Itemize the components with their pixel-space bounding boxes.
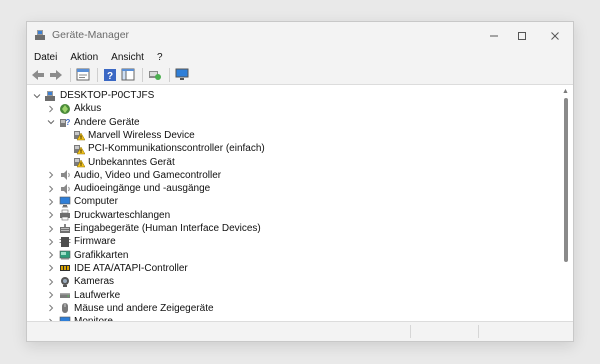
- printer-icon: [59, 209, 71, 221]
- maximize-button[interactable]: [504, 22, 540, 49]
- scroll-up-icon[interactable]: ▲: [562, 88, 569, 95]
- title-bar: Geräte-Manager: [27, 22, 573, 49]
- back-arrow-icon[interactable]: [30, 67, 46, 83]
- chevron-right-icon[interactable]: [47, 225, 55, 233]
- toolbar-separator: [70, 67, 71, 82]
- scrollbar-thumb[interactable]: [564, 98, 568, 262]
- forward-arrow-icon[interactable]: [48, 67, 64, 83]
- tree-item-label: Andere Geräte: [74, 116, 140, 128]
- menu-help[interactable]: ?: [150, 52, 169, 63]
- tree-item[interactable]: Audioeingänge und -ausgänge: [27, 182, 559, 195]
- tree-item[interactable]: PCI-Kommunikationscontroller (einfach): [27, 142, 559, 155]
- vertical-scrollbar[interactable]: ▲: [559, 86, 573, 322]
- hid-icon: [59, 223, 71, 235]
- tree-item[interactable]: Unbekanntes Gerät: [27, 156, 559, 169]
- svg-text:?: ?: [66, 118, 71, 127]
- ide-controller-icon: [59, 262, 71, 274]
- window-title: Geräte-Manager: [52, 29, 130, 41]
- chevron-right-icon[interactable]: [47, 278, 55, 286]
- properties-icon[interactable]: [75, 67, 91, 83]
- tree-item[interactable]: Mäuse und andere Zeigegeräte: [27, 302, 559, 315]
- unknown-device-warning-icon: [73, 156, 85, 168]
- computer-icon: [59, 196, 71, 208]
- unknown-device-warning-icon: [73, 143, 85, 155]
- close-button[interactable]: [537, 22, 573, 49]
- menu-datei[interactable]: Datei: [27, 52, 63, 63]
- speaker-icon: [59, 169, 71, 181]
- help-icon[interactable]: ?: [102, 67, 118, 83]
- chevron-right-icon[interactable]: [47, 105, 55, 113]
- monitor-icon[interactable]: [174, 67, 190, 83]
- chevron-right-icon[interactable]: [47, 171, 55, 179]
- tree-item[interactable]: IDE ATA/ATAPI-Controller: [27, 262, 559, 275]
- mouse-icon: [59, 302, 71, 314]
- chevron-down-icon[interactable]: [33, 92, 41, 100]
- tree-item-label: Unbekanntes Gerät: [88, 156, 175, 168]
- tree-item[interactable]: Eingabegeräte (Human Interface Devices): [27, 222, 559, 235]
- device-tree: DESKTOP-P0CTJFS Akkus? Andere Geräte Marve…: [27, 86, 559, 322]
- tree-item-label: Grafikkarten: [74, 249, 129, 261]
- chevron-right-icon[interactable]: [47, 211, 55, 219]
- tree-item[interactable]: Firmware: [27, 235, 559, 248]
- tree-item-label: Laufwerke: [74, 289, 121, 301]
- tree-item[interactable]: Akkus: [27, 102, 559, 115]
- status-divider: [410, 325, 411, 338]
- tree-root-label: DESKTOP-P0CTJFS: [60, 90, 155, 101]
- tree-item-label: PCI-Kommunikationscontroller (einfach): [88, 143, 265, 155]
- tree-item-label: Firmware: [74, 236, 116, 248]
- desktop-computer-icon: [44, 90, 56, 102]
- chevron-right-icon[interactable]: [47, 198, 55, 206]
- tree-item-label: Marvell Wireless Device: [88, 129, 195, 141]
- tree-item[interactable]: Laufwerke: [27, 289, 559, 302]
- status-divider: [478, 325, 479, 338]
- tree-item-label: Audio, Video und Gamecontroller: [74, 169, 222, 181]
- svg-text:?: ?: [107, 71, 113, 82]
- scan-hardware-icon[interactable]: [147, 67, 163, 83]
- chevron-right-icon[interactable]: [47, 304, 55, 312]
- menu-ansicht[interactable]: Ansicht: [104, 52, 150, 63]
- tree-item-label: Kameras: [74, 276, 115, 288]
- chevron-right-icon[interactable]: [47, 291, 55, 299]
- device-manager-icon: [34, 29, 46, 41]
- display-adapter-icon: [59, 249, 71, 261]
- tree-item[interactable]: Grafikkarten: [27, 249, 559, 262]
- tree-item-label: Druckwarteschlangen: [74, 209, 171, 221]
- speaker-icon: [59, 183, 71, 195]
- toolbar-separator: [169, 67, 170, 82]
- console-tree-icon[interactable]: [120, 67, 136, 83]
- tree-root-row[interactable]: DESKTOP-P0CTJFS: [27, 89, 559, 102]
- tree-item[interactable]: Audio, Video und Gamecontroller: [27, 169, 559, 182]
- tree-item[interactable]: Druckwarteschlangen: [27, 209, 559, 222]
- tree-item[interactable]: Computer: [27, 195, 559, 208]
- chevron-right-icon[interactable]: [47, 238, 55, 246]
- status-bar: [27, 321, 573, 341]
- tree-item-label: Akkus: [74, 103, 102, 115]
- menu-aktion[interactable]: Aktion: [63, 52, 104, 63]
- firmware-icon: [59, 236, 71, 248]
- disk-drive-icon: [59, 289, 71, 301]
- unknown-device-warning-icon: [73, 129, 85, 141]
- chevron-right-icon[interactable]: [47, 185, 55, 193]
- camera-icon: [59, 276, 71, 288]
- device-manager-window: Geräte-Manager Datei Aktion Ansicht ? ?: [26, 21, 574, 342]
- chevron-right-icon[interactable]: [47, 264, 55, 272]
- tree-item-label: IDE ATA/ATAPI-Controller: [74, 262, 188, 274]
- tree-item-label: Audioeingänge und -ausgänge: [74, 183, 211, 195]
- tree-item-label: Eingabegeräte (Human Interface Devices): [74, 223, 261, 234]
- other-devices-icon: ?: [59, 116, 71, 128]
- chevron-right-icon[interactable]: [47, 251, 55, 259]
- menu-bar: Datei Aktion Ansicht ?: [27, 49, 573, 65]
- tree-item-label: Computer: [74, 196, 118, 208]
- tree-item-label: Mäuse und andere Zeigegeräte: [74, 302, 214, 314]
- chevron-down-icon[interactable]: [47, 118, 55, 126]
- tree-item[interactable]: Kameras: [27, 275, 559, 288]
- battery-icon: [59, 103, 71, 115]
- toolbar-separator: [97, 67, 98, 82]
- tree-item[interactable]: ? Andere Geräte: [27, 116, 559, 129]
- tree-item[interactable]: Marvell Wireless Device: [27, 129, 559, 142]
- toolbar: ?: [27, 65, 573, 85]
- toolbar-separator: [142, 67, 143, 82]
